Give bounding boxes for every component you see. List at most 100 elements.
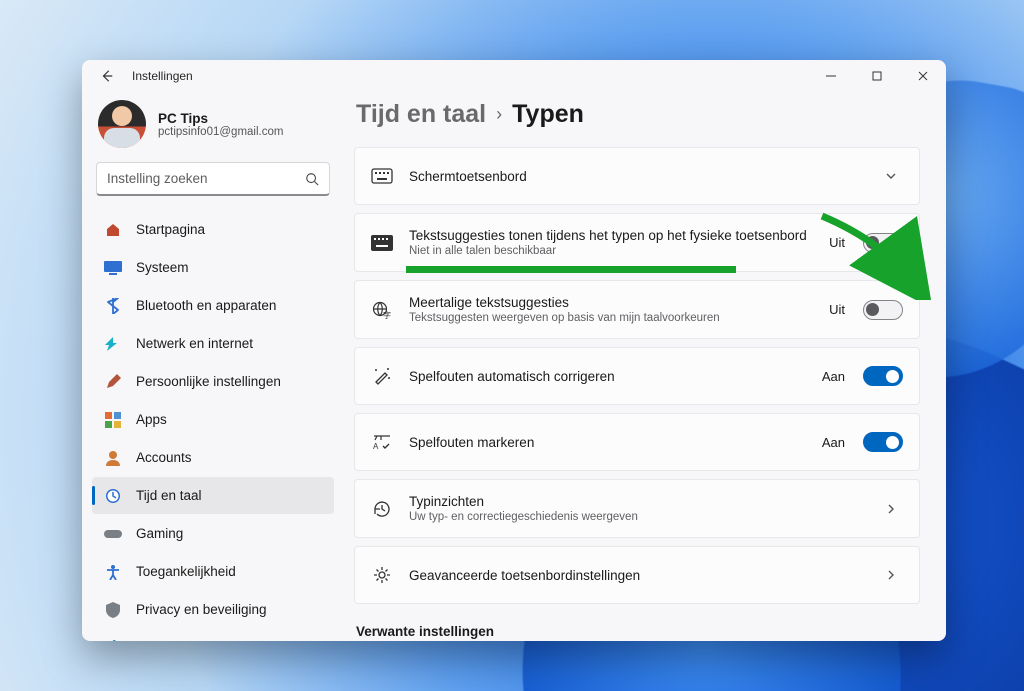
toggle-switch[interactable] xyxy=(863,432,903,452)
sidebar-item-label: Toegankelijkheid xyxy=(136,564,236,579)
setting-title: Schermtoetsenbord xyxy=(409,169,869,184)
sidebar-item-bluetooth[interactable]: Bluetooth en apparaten xyxy=(92,287,334,324)
setting-subtitle: Niet in alle talen beschikbaar xyxy=(409,245,813,257)
close-icon xyxy=(918,71,928,81)
chevron-right-icon xyxy=(885,569,903,581)
setting-title: Spelfouten automatisch corrigeren xyxy=(409,369,806,384)
sidebar-item-privacy[interactable]: Privacy en beveiliging xyxy=(92,591,334,628)
sidebar-item-label: Persoonlijke instellingen xyxy=(136,374,281,389)
sidebar-item-label: Privacy en beveiliging xyxy=(136,602,267,617)
sidebar-item-label: Startpagina xyxy=(136,222,205,237)
toggle-switch[interactable] xyxy=(863,366,903,386)
sidebar-item-accessibility[interactable]: Toegankelijkheid xyxy=(92,553,334,590)
toggle-state-label: Uit xyxy=(829,302,845,317)
setting-row-wand[interactable]: Spelfouten automatisch corrigeren Aan xyxy=(354,347,920,405)
setting-title: Typinzichten xyxy=(409,494,869,509)
sidebar-nav: Startpagina Systeem Bluetooth en apparat… xyxy=(88,210,338,641)
setting-subtitle: Uw typ- en correctiegeschiedenis weergev… xyxy=(409,511,869,523)
chevron-right-icon xyxy=(885,503,903,515)
setting-subtitle: Tekstsuggesten weergeven op basis van mi… xyxy=(409,312,813,324)
setting-row-keyboard-outline[interactable]: Schermtoetsenbord xyxy=(354,147,920,205)
sidebar-item-personalize[interactable]: Persoonlijke instellingen xyxy=(92,363,334,400)
bluetooth-icon xyxy=(104,297,122,315)
breadcrumb: Tijd en taal › Typen xyxy=(356,100,920,129)
gaming-icon xyxy=(104,525,122,543)
sidebar-item-label: Systeem xyxy=(136,260,189,275)
sidebar-item-label: Windows Update xyxy=(136,640,238,641)
sidebar-item-network[interactable]: Netwerk en internet xyxy=(92,325,334,362)
network-icon xyxy=(104,335,122,353)
toggle-switch[interactable] xyxy=(863,233,903,253)
sidebar-item-system[interactable]: Systeem xyxy=(92,249,334,286)
setting-row-globe-lang[interactable]: 字 Meertalige tekstsuggesties Tekstsugges… xyxy=(354,280,920,339)
sidebar-item-label: Netwerk en internet xyxy=(136,336,253,351)
setting-row-history[interactable]: Typinzichten Uw typ- en correctiegeschie… xyxy=(354,479,920,538)
avatar xyxy=(98,100,146,148)
setting-row-gear[interactable]: Geavanceerde toetsenbordinstellingen xyxy=(354,546,920,604)
profile-block[interactable]: PC Tips pctipsinfo01@gmail.com xyxy=(88,98,338,162)
sidebar-item-time[interactable]: Tijd en taal xyxy=(92,477,334,514)
system-icon xyxy=(104,259,122,277)
profile-email: pctipsinfo01@gmail.com xyxy=(158,126,283,138)
time-icon xyxy=(104,487,122,505)
privacy-icon xyxy=(104,601,122,619)
setting-row-abc-check[interactable]: A Spelfouten markeren Aan xyxy=(354,413,920,471)
sidebar-item-label: Accounts xyxy=(136,450,192,465)
apps-icon xyxy=(104,411,122,429)
toggle-state-label: Uit xyxy=(829,235,845,250)
profile-name: PC Tips xyxy=(158,111,283,126)
window-controls xyxy=(808,60,946,92)
back-icon xyxy=(100,69,114,83)
wand-icon xyxy=(371,366,393,386)
globe-lang-icon: 字 xyxy=(371,300,393,320)
setting-title: Tekstsuggesties tonen tijdens het typen … xyxy=(409,228,813,243)
chevron-right-icon: › xyxy=(496,104,502,125)
sidebar-item-gaming[interactable]: Gaming xyxy=(92,515,334,552)
sidebar-item-label: Tijd en taal xyxy=(136,488,202,503)
keyboard-fill-icon xyxy=(371,233,393,253)
search-box[interactable] xyxy=(96,162,330,196)
search-input[interactable] xyxy=(107,171,299,186)
setting-title: Geavanceerde toetsenbordinstellingen xyxy=(409,568,869,583)
sidebar-item-home[interactable]: Startpagina xyxy=(92,211,334,248)
titlebar: Instellingen xyxy=(82,60,946,92)
keyboard-outline-icon xyxy=(371,166,393,186)
svg-text:字: 字 xyxy=(383,310,391,319)
settings-window: Instellingen PC Tips pctipsinfo01@gmail.… xyxy=(82,60,946,641)
abc-check-icon: A xyxy=(371,432,393,452)
breadcrumb-parent[interactable]: Tijd en taal xyxy=(356,100,486,129)
sidebar-item-label: Gaming xyxy=(136,526,183,541)
setting-title: Spelfouten markeren xyxy=(409,435,806,450)
personalize-icon xyxy=(104,373,122,391)
gear-icon xyxy=(371,565,393,585)
sidebar-item-update[interactable]: Windows Update xyxy=(92,629,334,641)
breadcrumb-current: Typen xyxy=(512,100,584,129)
sidebar-item-accounts[interactable]: Accounts xyxy=(92,439,334,476)
accounts-icon xyxy=(104,449,122,467)
svg-text:A: A xyxy=(373,442,379,451)
history-icon xyxy=(371,499,393,519)
main-pane: Tijd en taal › Typen Schermtoetsenbord T… xyxy=(344,92,946,641)
update-icon xyxy=(104,639,122,642)
maximize-button[interactable] xyxy=(854,60,900,92)
setting-row-keyboard-fill[interactable]: Tekstsuggesties tonen tijdens het typen … xyxy=(354,213,920,272)
home-icon xyxy=(104,221,122,239)
search-icon xyxy=(305,172,319,186)
sidebar-item-label: Apps xyxy=(136,412,167,427)
chevron-down-icon xyxy=(885,170,903,182)
back-button[interactable] xyxy=(96,65,118,87)
minimize-button[interactable] xyxy=(808,60,854,92)
toggle-state-label: Aan xyxy=(822,369,845,384)
minimize-icon xyxy=(826,71,836,81)
related-settings-header: Verwante instellingen xyxy=(356,624,920,639)
sidebar-item-apps[interactable]: Apps xyxy=(92,401,334,438)
sidebar-item-label: Bluetooth en apparaten xyxy=(136,298,276,313)
toggle-switch[interactable] xyxy=(863,300,903,320)
maximize-icon xyxy=(872,71,882,81)
accessibility-icon xyxy=(104,563,122,581)
app-title: Instellingen xyxy=(132,69,193,83)
sidebar: PC Tips pctipsinfo01@gmail.com Startpagi… xyxy=(82,92,344,641)
setting-title: Meertalige tekstsuggesties xyxy=(409,295,813,310)
toggle-state-label: Aan xyxy=(822,435,845,450)
close-button[interactable] xyxy=(900,60,946,92)
